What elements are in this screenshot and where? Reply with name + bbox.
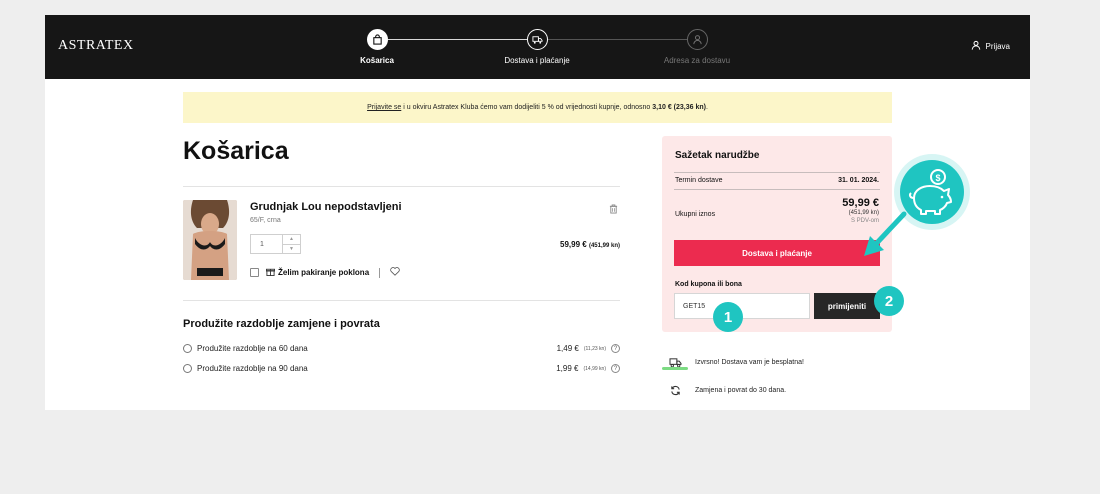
truck-icon — [526, 29, 548, 50]
option-label: Produžite razdoblje na 60 dana — [197, 344, 308, 353]
price-eur: 59,99 € — [560, 240, 587, 249]
step-badge-2: 2 — [874, 286, 904, 316]
product-image[interactable] — [183, 200, 237, 280]
info-text: Zamjena i povrat do 30 dana. — [695, 386, 787, 394]
total-eur: 59,99 € — [842, 197, 879, 209]
gift-icon — [266, 267, 275, 278]
extension-option[interactable]: Produžite razdoblje na 90 dana 1,99 € (1… — [183, 364, 620, 373]
gift-checkbox[interactable] — [250, 268, 259, 277]
banner-end: . — [705, 104, 708, 111]
gift-wrap-row: Želim pakiranje poklona — [250, 267, 400, 278]
divider — [183, 300, 620, 301]
svg-text:$: $ — [935, 173, 940, 183]
club-banner: Prijavite se i u okviru Astratex Kluba ć… — [183, 92, 892, 123]
user-icon — [686, 29, 708, 50]
step-address[interactable]: Adresa za dostavu — [637, 29, 757, 65]
banner-text: i u okviru Astratex Kluba ćemo vam dodij… — [401, 104, 653, 111]
gift-label[interactable]: Želim pakiranje poklona — [278, 268, 369, 277]
banner-amount: 3,10 € (23,36 kn) — [652, 104, 706, 111]
extension-title: Produžite razdoblje zamjene i povrata — [183, 318, 380, 330]
delivery-row: Termin dostave 31. 01. 2024. — [675, 177, 879, 184]
quantity-arrows: ▲ ▼ — [282, 235, 300, 253]
divider — [674, 172, 880, 173]
option-price-kn: (14,99 kn) — [583, 365, 606, 372]
refresh-icon — [667, 382, 683, 398]
user-icon — [971, 40, 981, 52]
step-cart[interactable]: Košarica — [317, 29, 437, 65]
option-label: Produžite razdoblje na 90 dana — [197, 364, 308, 373]
page-title: Košarica — [183, 137, 289, 165]
info-text: Izvrsno! Dostava vam je besplatna! — [695, 358, 804, 366]
product-variant: 65/F, crna — [250, 217, 281, 224]
divider — [183, 186, 620, 187]
chevron-down-icon[interactable]: ▼ — [283, 245, 300, 254]
logo[interactable]: ASTRATEX — [58, 38, 134, 54]
apply-coupon-button[interactable]: primijeniti — [814, 293, 880, 319]
active-indicator — [662, 367, 688, 370]
info-returns: Zamjena i povrat do 30 dana. — [667, 382, 786, 398]
product-name[interactable]: Grudnjak Lou nepodstavljeni — [250, 201, 402, 213]
coupon-label: Kod kupona ili bona — [675, 281, 742, 288]
option-price: 1,99 € (14,99 kn) ? — [556, 364, 620, 373]
option-price-eur: 1,49 € — [556, 344, 579, 353]
step-badge-1: 1 — [713, 302, 743, 332]
extension-option[interactable]: Produžite razdoblje na 60 dana 1,49 € (1… — [183, 344, 620, 353]
step-label: Košarica — [360, 56, 394, 65]
step-label: Adresa za dostavu — [663, 56, 731, 65]
login-banner-link[interactable]: Prijavite se — [367, 104, 401, 111]
arrow-annotation — [864, 211, 907, 256]
trash-icon[interactable] — [609, 201, 618, 219]
quantity-value[interactable]: 1 — [251, 235, 282, 253]
help-icon[interactable]: ? — [611, 344, 620, 353]
step-delivery[interactable]: Dostava i plaćanje — [477, 29, 597, 65]
product-price: 59,99 € (451,99 kn) — [560, 240, 620, 249]
chevron-up-icon[interactable]: ▲ — [283, 235, 300, 245]
site-header: ASTRATEX Košarica Dostava i plaćanje Adr… — [45, 15, 1030, 79]
radio-button[interactable] — [183, 364, 192, 373]
option-price-kn: (11,23 kn) — [583, 345, 606, 352]
separator — [379, 267, 381, 278]
login-link[interactable]: Prijava — [971, 40, 1010, 52]
option-price: 1,49 € (11,23 kn) ? — [557, 344, 620, 353]
step-label: Dostava i plaćanje — [504, 56, 570, 65]
quantity-stepper[interactable]: 1 ▲ ▼ — [250, 234, 301, 254]
option-price-eur: 1,99 € — [556, 364, 579, 373]
summary-title: Sažetak narudžbe — [675, 150, 760, 161]
delivery-label: Termin dostave — [675, 177, 723, 184]
price-kn: (451,99 kn) — [588, 243, 620, 249]
login-label: Prijava — [985, 41, 1010, 51]
divider — [674, 189, 880, 190]
radio-button[interactable] — [183, 344, 192, 353]
bag-icon — [366, 29, 388, 50]
heart-icon[interactable] — [390, 267, 400, 278]
delivery-date: 31. 01. 2024. — [838, 177, 879, 184]
help-icon[interactable]: ? — [611, 364, 620, 373]
total-label: Ukupni iznos — [675, 211, 716, 218]
